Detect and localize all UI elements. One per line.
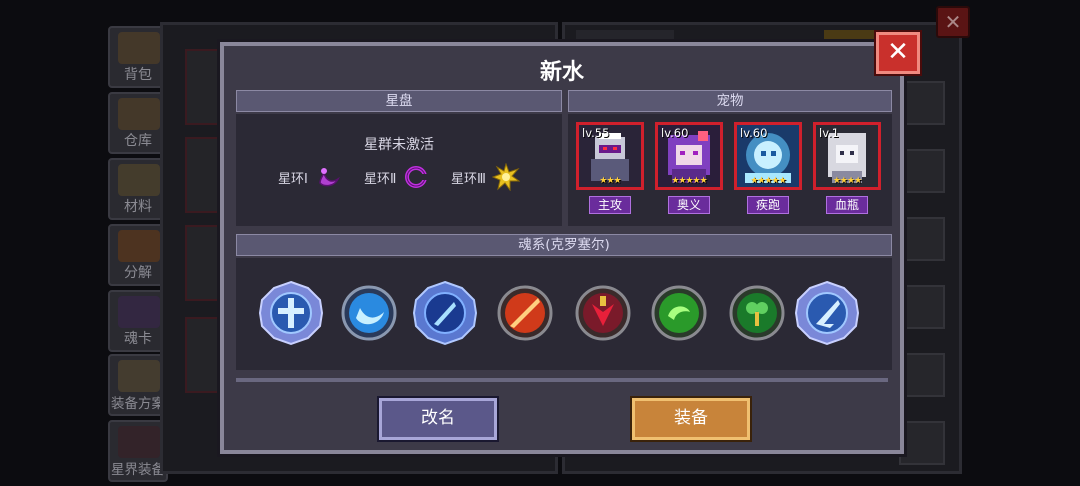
equip-button[interactable]: 装备	[632, 398, 750, 440]
starmap-status: 星群未激活	[364, 137, 434, 153]
soul-slot-7[interactable]	[724, 280, 790, 346]
pet-portrait: lv.55 ★★★	[576, 122, 644, 190]
side-menu-label: 材料	[124, 199, 152, 215]
pet-card-3[interactable]: lv.60 ★★★★★ 疾跑	[734, 122, 802, 214]
pet-stars: ★★★★★	[750, 176, 786, 186]
side-menu-label: 背包	[124, 67, 152, 83]
background-slot	[899, 149, 945, 193]
dialog-title: 新水	[539, 60, 584, 85]
equip-plan-icon	[118, 360, 160, 392]
star-ring-label: 星环Ⅱ	[364, 171, 397, 187]
pet-level: lv.1	[819, 126, 840, 140]
pets-header: 宠物	[568, 90, 892, 112]
side-menu-label: 分解	[124, 265, 152, 281]
materials-icon	[118, 164, 160, 196]
soul-card-icon	[118, 296, 160, 328]
star-ring-label: 星环Ⅰ	[278, 171, 308, 187]
starmap-panel: 星群未激活 星环Ⅰ 星环Ⅱ 星环Ⅲ	[236, 114, 562, 226]
divider	[236, 378, 888, 382]
pet-stars: ★★★	[599, 176, 621, 186]
star-ring-1[interactable]: 星环Ⅰ	[278, 162, 342, 192]
side-menu-bag[interactable]: 背包	[108, 26, 168, 88]
soul-slot-1[interactable]	[258, 280, 324, 346]
pet-card-1[interactable]: lv.55 ★★★ 主攻	[576, 122, 644, 214]
pet-stars: ★★★★★	[671, 176, 707, 186]
side-menu-astral-equip[interactable]: 星界装备	[108, 420, 168, 482]
soul-panel	[236, 258, 892, 370]
pet-portrait: lv.1 ★★★★	[813, 122, 881, 190]
close-button[interactable]: ✕	[876, 32, 920, 74]
pets-panel: lv.55 ★★★ 主攻 lv.60 ★★★★★ 奥义 lv.60 ★★★★★ …	[568, 114, 892, 226]
soul-slot-2[interactable]	[336, 280, 402, 346]
bag-icon	[118, 32, 160, 64]
rename-button[interactable]: 改名	[379, 398, 497, 440]
pet-role-badge: 奥义	[668, 196, 710, 214]
pet-stars: ★★★★	[832, 176, 862, 186]
side-menu: 背包 仓库 材料 分解 魂卡 装备方案 星界装备	[108, 26, 168, 486]
pet-portrait: lv.60 ★★★★★	[734, 122, 802, 190]
pet-role-badge: 主攻	[589, 196, 631, 214]
pet-card-2[interactable]: lv.60 ★★★★★ 奥义	[655, 122, 723, 214]
astral-equip-icon	[118, 426, 160, 458]
purple-crescent-icon	[319, 168, 340, 187]
ice-blade-emblem-icon	[794, 280, 860, 346]
blue-crescent-orb-icon	[341, 285, 397, 341]
pet-level: lv.60	[661, 126, 689, 140]
starmap-header: 星盘	[236, 90, 562, 112]
side-menu-equip-plan[interactable]: 装备方案	[108, 354, 168, 416]
pet-card-4[interactable]: lv.1 ★★★★ 血瓶	[813, 122, 881, 214]
background-close-button: ✕	[936, 6, 970, 38]
soul-header: 魂系(克罗塞尔)	[236, 234, 892, 256]
pet-portrait: lv.60 ★★★★★	[655, 122, 723, 190]
soul-slot-3[interactable]	[412, 280, 478, 346]
red-spear-orb-icon	[497, 285, 553, 341]
pet-role-badge: 血瓶	[826, 196, 868, 214]
gold-sun-icon	[491, 163, 520, 191]
dismantle-icon	[118, 230, 160, 262]
soul-slot-6[interactable]	[646, 280, 712, 346]
side-menu-warehouse[interactable]: 仓库	[108, 92, 168, 154]
star-ring-label: 星环Ⅲ	[451, 171, 486, 187]
star-ring-2[interactable]: 星环Ⅱ	[364, 162, 430, 192]
side-menu-soul-card[interactable]: 魂卡	[108, 290, 168, 352]
equip-plan-dialog: 新水 ✕ 星盘 星群未激活 星环Ⅰ 星环Ⅱ 星环Ⅲ 宠物 lv.55 ★★★ 主…	[220, 32, 920, 454]
star-ring-3[interactable]: 星环Ⅲ	[451, 162, 520, 192]
background-slot	[899, 421, 945, 465]
soul-slot-8[interactable]	[794, 280, 860, 346]
red-orb-with-gold-icon	[575, 285, 631, 341]
warehouse-icon	[118, 98, 160, 130]
soul-slot-4[interactable]	[492, 280, 558, 346]
side-menu-label: 仓库	[124, 133, 152, 149]
side-menu-materials[interactable]: 材料	[108, 158, 168, 220]
background-slot	[899, 353, 945, 397]
ice-feather-emblem-icon	[412, 280, 478, 346]
purple-ring-icon	[405, 166, 429, 188]
pet-level: lv.60	[740, 126, 768, 140]
background-slot	[899, 81, 945, 125]
side-menu-dismantle[interactable]: 分解	[108, 224, 168, 286]
pet-role-badge: 疾跑	[747, 196, 789, 214]
soul-slot-5[interactable]	[570, 280, 636, 346]
pet-level: lv.55	[582, 126, 610, 140]
green-serpent-orb-icon	[651, 285, 707, 341]
green-clover-orb-icon	[729, 285, 785, 341]
ice-cross-emblem-icon	[258, 280, 324, 346]
background-slot	[899, 285, 945, 329]
background-slot	[899, 217, 945, 261]
side-menu-label: 魂卡	[124, 331, 152, 347]
